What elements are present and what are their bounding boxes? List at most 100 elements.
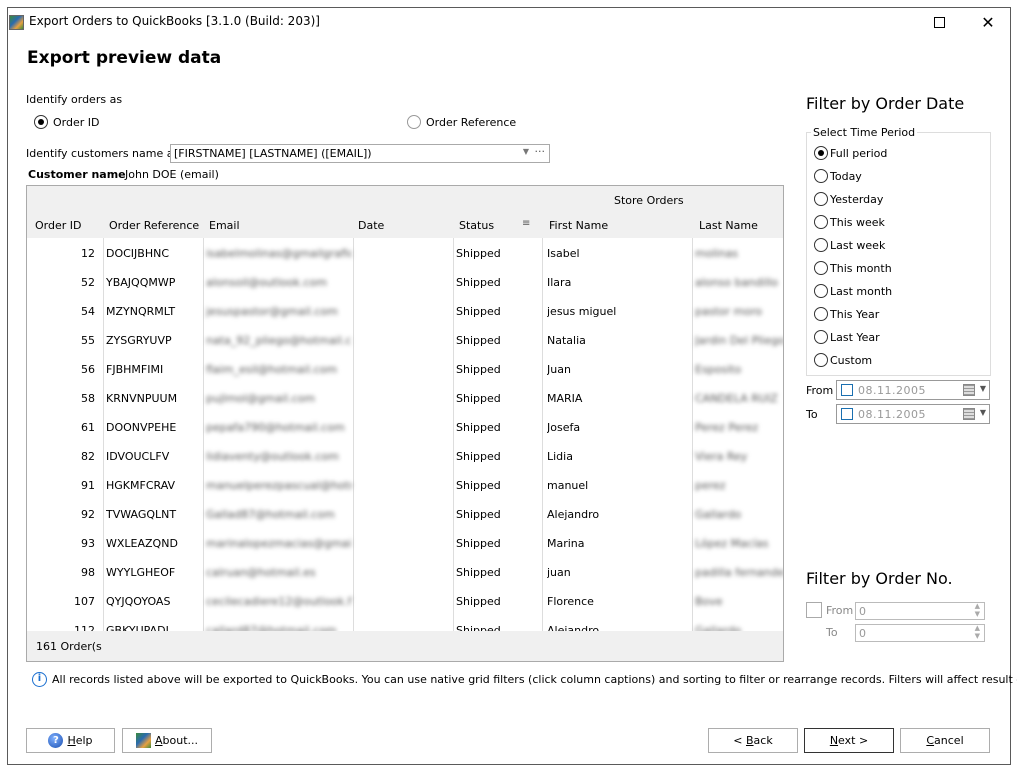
radio-unselected-icon <box>814 261 828 275</box>
col-first-name[interactable]: First Name <box>549 219 608 232</box>
table-row[interactable]: 52 YBAJQQMWP alonsoil@outlook.com Shipped Il… <box>27 267 783 296</box>
cell-order-id: 61 <box>81 421 95 434</box>
table-row[interactable]: 58 KRNVNPUUM pujlmol@gmail.com Shipped MARIA… <box>27 383 783 412</box>
spin-icon[interactable]: ▲ ▼ <box>975 602 980 618</box>
help-button[interactable]: ? Help <box>26 728 115 753</box>
radio-period-this-week[interactable]: This week <box>814 215 885 229</box>
radio-period-last-month[interactable]: Last month <box>814 284 892 298</box>
radio-period-full-period[interactable]: Full period <box>814 146 887 160</box>
table-row[interactable]: 107 QYJQOYOAS cecilecadiere12@outlook.fr Sh… <box>27 586 783 615</box>
spin-icon[interactable]: ▲ ▼ <box>975 624 980 640</box>
col-date[interactable]: Date <box>358 219 384 232</box>
sort-icon[interactable]: ≡ <box>522 218 530 229</box>
cell-email: flaim_esil@hotmail.com <box>206 363 338 376</box>
table-row[interactable]: 12 DOCIJBHNC isabelmolinas@gmailgraficas. S… <box>27 238 783 267</box>
table-row[interactable]: 55 ZYSGRYUVP nata_92_pliego@hotmail.com Shi… <box>27 325 783 354</box>
about-button[interactable]: About... <box>122 728 212 753</box>
col-order-reference[interactable]: Order Reference <box>109 219 199 232</box>
cell-first-name: Natalia <box>547 334 586 347</box>
next-label: Next > <box>829 734 869 747</box>
table-row[interactable]: 56 FJBHMFIMI flaim_esil@hotmail.com Shipped… <box>27 354 783 383</box>
cell-last-name: molinas <box>695 247 739 260</box>
to-date-checkbox[interactable] <box>841 408 853 420</box>
next-button[interactable]: Next > <box>804 728 894 753</box>
order-count: 161 Order(s <box>36 640 102 653</box>
col-order-id[interactable]: Order ID <box>35 219 81 232</box>
table-row[interactable]: 54 MZYNQRMLT jesuspastor@gmail.com Shipped j… <box>27 296 783 325</box>
table-row[interactable]: 98 WYYLGHEOF calruan@hotmail.es Shipped juan… <box>27 557 783 586</box>
radio-unselected-icon <box>814 353 828 367</box>
chevron-down-icon[interactable]: ▼ <box>523 147 529 156</box>
table-row[interactable]: 61 DOONVPEHE pepafa790@hotmail.com Shipped J… <box>27 412 783 441</box>
maximize-button[interactable] <box>916 8 962 36</box>
cell-status: Shipped <box>456 421 501 434</box>
help-label: Help <box>67 734 93 747</box>
window-title: Export Orders to QuickBooks [3.1.0 (Buil… <box>29 14 320 28</box>
cell-last-name: López Macías <box>695 537 769 550</box>
cancel-button[interactable]: Cancel <box>900 728 990 753</box>
cell-status: Shipped <box>456 392 501 405</box>
to-date-picker[interactable]: 08.11.2005 ▼ <box>836 404 990 424</box>
ellipsis-button[interactable]: ··· <box>535 145 546 158</box>
radio-period-yesterday[interactable]: Yesterday <box>814 192 883 206</box>
cell-order-id: 58 <box>81 392 95 405</box>
radio-period-today[interactable]: Today <box>814 169 862 183</box>
cell-first-name: Florence <box>547 595 594 608</box>
cell-first-name: jesus miguel <box>547 305 617 318</box>
radio-period-last-year[interactable]: Last Year <box>814 330 880 344</box>
chevron-down-icon[interactable]: ▼ <box>980 408 986 417</box>
from-date-picker[interactable]: 08.11.2005 ▼ <box>836 380 990 400</box>
calendar-icon[interactable] <box>963 408 975 420</box>
cell-email: manuelperezpascual@hotm <box>206 479 352 492</box>
to-date-label: To <box>806 408 818 421</box>
cell-order-reference: TVWAGQLNT <box>106 508 177 521</box>
col-email[interactable]: Email <box>209 219 240 232</box>
chevron-down-icon[interactable]: ▼ <box>980 384 986 393</box>
col-last-name[interactable]: Last Name <box>699 219 758 232</box>
radio-order-id[interactable]: Order ID <box>34 115 99 129</box>
cell-first-name: Alejandro <box>547 508 600 521</box>
cell-email: marinalopezmacias@gmail.c <box>206 537 352 550</box>
customer-name-format-combo[interactable]: [FIRSTNAME] [LASTNAME] ([EMAIL]) ▼ ··· <box>170 144 550 163</box>
order-filter-checkbox[interactable] <box>806 602 822 618</box>
order-from-input[interactable]: 0 ▲ ▼ <box>855 602 985 620</box>
radio-unselected-icon <box>814 330 828 344</box>
back-button[interactable]: < Back <box>708 728 798 753</box>
customer-name-label: Customer name <box>28 168 126 181</box>
close-button[interactable]: ✕ <box>965 8 1011 36</box>
cell-order-id: 82 <box>81 450 95 463</box>
band-store-orders[interactable]: Store Orders <box>614 194 684 207</box>
page-title: Export preview data <box>27 48 222 68</box>
radio-period-this-year[interactable]: This Year <box>814 307 879 321</box>
radio-unselected-icon <box>814 307 828 321</box>
cell-order-id: 98 <box>81 566 95 579</box>
cell-order-id: 93 <box>81 537 95 550</box>
order-from-value: 0 <box>859 605 866 618</box>
order-to-input[interactable]: 0 ▲ ▼ <box>855 624 985 642</box>
radio-period-last-week[interactable]: Last week <box>814 238 885 252</box>
order-from-label: From <box>826 604 854 617</box>
radio-period-this-month[interactable]: This month <box>814 261 892 275</box>
orders-grid[interactable]: Store Orders Order ID Order Reference Em… <box>26 185 784 662</box>
col-status[interactable]: Status <box>459 219 494 232</box>
from-date-checkbox[interactable] <box>841 384 853 396</box>
cell-status: Shipped <box>456 508 501 521</box>
to-date-value: 08.11.2005 <box>858 408 926 421</box>
table-row[interactable]: 93 WXLEAZQND marinalopezmacias@gmail.c Ship… <box>27 528 783 557</box>
cell-email: pujlmol@gmail.com <box>206 392 316 405</box>
radio-period-custom[interactable]: Custom <box>814 353 872 367</box>
radio-label: Custom <box>830 353 873 367</box>
cell-order-id: 54 <box>81 305 95 318</box>
radio-order-reference[interactable]: Order Reference <box>407 115 516 129</box>
radio-label: Yesterday <box>830 192 884 206</box>
table-row[interactable]: 92 TVWAGQLNT Gallad87@hotmail.com Shipped Al… <box>27 499 783 528</box>
from-date-value: 08.11.2005 <box>858 384 926 397</box>
table-row[interactable]: 91 HGKMFCRAV manuelperezpascual@hotm Shippe… <box>27 470 783 499</box>
main-window: Export Orders to QuickBooks [3.1.0 (Buil… <box>7 7 1017 765</box>
calendar-icon[interactable] <box>963 384 975 396</box>
cell-email: nata_92_pliego@hotmail.com <box>206 334 352 347</box>
cell-order-reference: HGKMFCRAV <box>106 479 176 492</box>
cell-status: Shipped <box>456 537 501 550</box>
cell-email: lidiaventy@outlook.com <box>206 450 339 463</box>
table-row[interactable]: 82 IDVOUCLFV lidiaventy@outlook.com Shipped… <box>27 441 783 470</box>
